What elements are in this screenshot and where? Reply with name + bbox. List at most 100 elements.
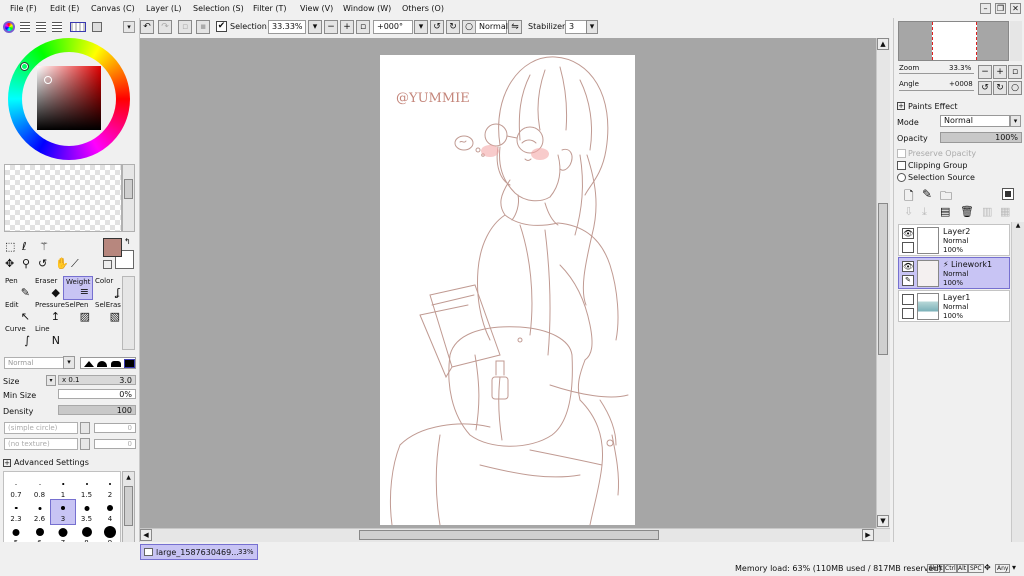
layer-mask-icon[interactable]: ▥ [982,205,992,218]
tool-seleras[interactable]: SelEras ▧ [93,300,123,324]
nav-rotate-reset-icon[interactable]: ○ [1008,81,1022,95]
menu-others[interactable]: Others (O) [402,4,444,13]
preserve-opacity-checkbox[interactable] [897,149,906,158]
zoom-slider[interactable] [899,73,974,74]
rotate-reset-icon[interactable]: ○ [462,20,476,34]
paints-effect-toggle[interactable]: Paints Effect [908,102,958,111]
tool-color[interactable]: Color ʆ [93,276,123,300]
sv-marker[interactable] [44,76,52,84]
rgb-slider-mode-icon[interactable] [20,22,30,32]
hsv-slider-mode-icon[interactable] [36,22,46,32]
rotate-right-icon[interactable]: ↻ [446,20,460,34]
density-slider[interactable]: 100 [58,405,136,415]
scroll-left-icon[interactable]: ◀ [140,529,152,541]
layer-lock-checkbox[interactable] [902,242,914,253]
mixer-mode-icon[interactable] [52,22,62,32]
tool-eraser[interactable]: Eraser ◆ [33,276,63,300]
deselect-icon[interactable]: ▫ [178,20,192,34]
layer-mode-dropdown-icon[interactable]: ▾ [1010,115,1021,127]
move-icon[interactable]: ✥ [5,258,14,269]
size-dropdown-icon[interactable]: ▾ [46,375,56,386]
tool-scrollbar[interactable] [122,276,135,350]
hue-marker[interactable] [20,62,29,71]
invert-selection-icon[interactable]: ▪ [196,20,210,34]
zoom-field[interactable]: 33.33% [268,20,306,34]
blend-mode-field[interactable]: Normal [475,20,508,34]
swatch-mode-icon[interactable] [70,22,86,32]
magic-wand-icon[interactable]: ⚚ [39,241,49,252]
min-size-slider[interactable]: 0% [58,389,136,399]
menu-view[interactable]: View (V) [300,4,333,13]
scroll-down-icon[interactable]: ▼ [877,515,889,527]
tool-selpen[interactable]: SelPen ▨ [63,300,93,324]
menu-file[interactable]: File (F) [10,4,37,13]
new-linework-layer-icon[interactable]: ✎ [922,187,932,201]
undo-icon[interactable]: ↶ [140,20,154,34]
layer-panel-menu-icon[interactable] [1002,188,1014,200]
primary-color-swatch[interactable] [103,238,122,257]
brush-size-cell[interactable]: 2 [98,476,122,500]
brush-size-cell[interactable]: 1 [51,476,75,500]
size-slider[interactable]: x 0.1 3.0 [58,375,136,385]
brush-texture-select[interactable]: (no texture) [4,438,78,450]
tool-curve[interactable]: Curve ∫ [3,324,33,348]
menu-window[interactable]: Window (W) [343,4,391,13]
layer-row-layer2[interactable]: 👁 Layer2 Normal 100% [898,224,1010,256]
tool-weight[interactable]: Weight ≡ [63,276,93,300]
brush-size-cell[interactable]: 0.7 [4,476,28,500]
swatch-scrollbar[interactable] [122,164,135,232]
rect-select-icon[interactable]: ⬚ [5,241,15,252]
menu-edit[interactable]: Edit (E) [50,4,79,13]
brush-size-cell[interactable]: 2.3 [4,500,28,524]
opacity-slider[interactable]: 100% [940,132,1022,143]
brush-mode-dropdown-icon[interactable]: ▾ [63,356,75,369]
nav-zoom-reset-icon[interactable]: ▫ [1008,65,1022,79]
scroll-right-icon[interactable]: ▶ [862,529,874,541]
layer-lock-checkbox[interactable] [902,308,914,319]
zoom-dropdown-icon[interactable]: ▾ [308,20,322,34]
panel-menu-icon[interactable]: ▾ [123,21,135,33]
pen-icon[interactable]: ✎ [902,275,914,286]
scratchpad-mode-icon[interactable] [92,22,102,32]
rotate-icon[interactable]: ↺ [38,258,47,269]
nav-zoom-in-icon[interactable]: + [993,65,1007,79]
brush-texture-dropdown-icon[interactable] [80,438,90,450]
hand-icon[interactable]: ✋ [55,258,69,269]
brush-size-cell[interactable]: 3 [50,499,76,525]
brush-size-cell[interactable]: 2.6 [28,500,52,524]
horizontal-scroll-thumb[interactable] [359,530,659,540]
layer-list-scrollbar[interactable]: ▲ ▼ [1011,222,1024,558]
canvas-vertical-scrollbar[interactable]: ▲ ▼ [876,38,890,528]
nav-rotate-right-icon[interactable]: ↻ [993,81,1007,95]
zoom-out-icon[interactable]: − [324,20,338,34]
menu-selection[interactable]: Selection (S) [193,4,244,13]
minimize-icon[interactable]: – [980,3,991,14]
vertical-scroll-thumb[interactable] [878,203,888,355]
brush-size-cell[interactable]: 4 [98,500,122,524]
menu-layer[interactable]: Layer (L) [146,4,182,13]
expand-plus-icon[interactable]: + [3,459,11,467]
document-tab[interactable]: large_1587630469... 33% [140,544,258,560]
menu-canvas[interactable]: Canvas (C) [91,4,135,13]
eye-icon[interactable]: 👁 [902,261,914,272]
navigator-preview[interactable] [898,21,1009,61]
color-wheel-mode-icon[interactable] [3,21,15,33]
tool-pen[interactable]: Pen ✎ [3,276,33,300]
rotate-left-icon[interactable]: ↺ [430,20,444,34]
brush-shape-amount[interactable]: 0 [94,423,136,433]
brush-size-cell[interactable]: 1.5 [75,476,99,500]
advanced-settings-toggle[interactable]: Advanced Settings [14,458,89,467]
selection-checkbox[interactable]: ✔ [216,21,227,32]
apply-mask-icon[interactable]: ▦ [1000,205,1010,218]
merge-down-icon[interactable]: ⤓ [922,205,927,219]
navigator-scrollbar[interactable] [1010,21,1022,61]
drawing-paper[interactable]: @YUMMIE [380,55,635,526]
swatch-area[interactable] [4,164,122,232]
menu-filter[interactable]: Filter (T) [253,4,286,13]
brush-shape-dropdown-icon[interactable] [80,422,90,434]
redo-icon[interactable]: ↷ [158,20,172,34]
transparent-color-icon[interactable] [103,260,112,269]
layer-mode-select[interactable]: Normal [940,115,1010,127]
tool-pressure[interactable]: Pressure ↥ [33,300,65,324]
eyedropper-icon[interactable]: ⟋ [71,258,79,269]
